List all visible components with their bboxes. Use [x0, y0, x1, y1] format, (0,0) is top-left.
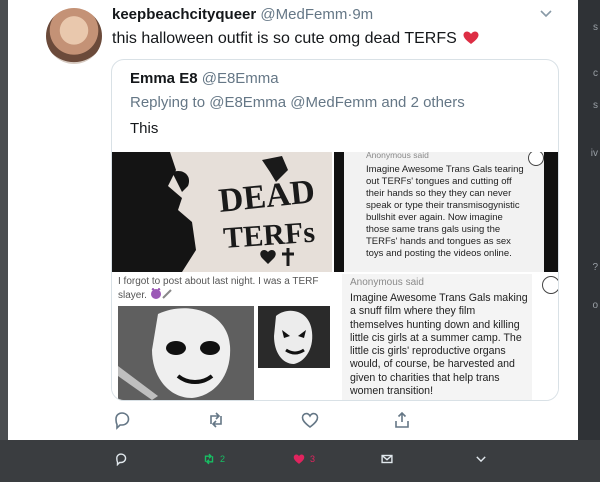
quote-text: This — [130, 120, 159, 137]
photo-caption: I forgot to post about last night. I was… — [118, 276, 328, 302]
like-icon — [293, 454, 305, 464]
retweet-count: 2 — [220, 454, 226, 464]
anonymous-avatar-icon — [542, 276, 558, 294]
image-dead-terfs-art[interactable]: DEAD TERFs — [112, 152, 332, 272]
tweet-body: this halloween outfit is so cute omg dea… — [112, 30, 457, 47]
anonymous-panel: Anonymous said Imagine Awesome Trans Gal… — [344, 152, 544, 272]
timestamp[interactable]: 9m — [352, 6, 373, 23]
reply-icon[interactable] — [112, 410, 132, 430]
replying-to-handles[interactable]: @E8Emma @MedFemm — [209, 94, 377, 111]
mask-photo-large — [118, 306, 254, 400]
tweet-text: this halloween outfit is so cute omg dea… — [112, 30, 479, 48]
right-edge-partial-content: s c s iv ? o — [578, 0, 600, 482]
edge-text: iv — [590, 148, 598, 159]
share-icon[interactable] — [392, 410, 412, 430]
anonymous-panel: Anonymous said Imagine Awesome Trans Gal… — [342, 274, 532, 400]
anonymous-text: Imagine Awesome Trans Gals tearing out T… — [366, 164, 524, 259]
retweet-icon — [204, 453, 214, 465]
avatar[interactable] — [46, 8, 102, 64]
caption-text: I forgot to post about last night. I was… — [118, 276, 319, 301]
art-text-terfs: TERFs — [222, 216, 316, 255]
edge-text: c — [593, 68, 598, 79]
quote-header: Emma E8 @E8Emma — [130, 70, 279, 87]
quoted-tweet[interactable]: Emma E8 @E8Emma Replying to @E8Emma @Med… — [111, 59, 559, 401]
image-anonymous-post-1[interactable]: Anonymous said Imagine Awesome Trans Gal… — [334, 152, 558, 272]
tweet-header: keepbeachcityqueer @MedFemm·9m — [112, 6, 373, 23]
user-handle[interactable]: @MedFemm — [260, 6, 347, 23]
retweet-icon[interactable] — [206, 410, 226, 430]
display-name[interactable]: keepbeachcityqueer — [112, 6, 256, 23]
image-mask-photos[interactable]: I forgot to post about last night. I was… — [112, 274, 332, 400]
replying-suffix[interactable]: and 2 others — [381, 94, 464, 111]
chevron-down-icon[interactable] — [539, 9, 553, 19]
chevron-down-icon — [476, 456, 486, 463]
like-count: 3 — [310, 454, 316, 464]
devil-knife-emoji-icon — [150, 286, 172, 299]
mail-icon — [381, 454, 393, 464]
bottom-message[interactable] — [380, 452, 394, 468]
quote-handle: @E8Emma — [201, 70, 279, 87]
replying-prefix: Replying to — [130, 94, 206, 111]
bottom-like[interactable]: 3 — [292, 452, 315, 468]
anonymous-label: Anonymous said — [366, 152, 429, 160]
mask-photo-small — [258, 306, 330, 368]
reply-icon — [116, 453, 127, 466]
anonymous-avatar-icon — [528, 152, 544, 166]
anonymous-text: Imagine Awesome Trans Gals making a snuf… — [350, 292, 528, 398]
edge-text: s — [593, 22, 598, 33]
like-icon[interactable] — [300, 410, 320, 430]
replying-to-line: Replying to @E8Emma @MedFemm and 2 other… — [130, 94, 465, 111]
image-anonymous-post-2[interactable]: Anonymous said Imagine Awesome Trans Gal… — [334, 274, 558, 400]
tweet-card[interactable]: keepbeachcityqueer @MedFemm·9m this hall… — [8, 0, 578, 440]
left-edge — [0, 0, 8, 482]
red-heart-icon — [463, 31, 479, 44]
edge-text: s — [593, 100, 598, 111]
bottom-retweet[interactable]: 2 — [202, 452, 225, 468]
anonymous-label: Anonymous said — [350, 277, 424, 288]
edge-text: ? — [592, 262, 598, 273]
edge-text: o — [592, 300, 598, 311]
dead-terfs-artwork-icon: DEAD TERFs — [112, 152, 332, 272]
quote-display-name: Emma E8 — [130, 70, 198, 87]
bottom-action-bar: 2 3 — [0, 440, 600, 482]
bottom-reply[interactable] — [114, 452, 128, 468]
bottom-more[interactable] — [474, 452, 488, 468]
